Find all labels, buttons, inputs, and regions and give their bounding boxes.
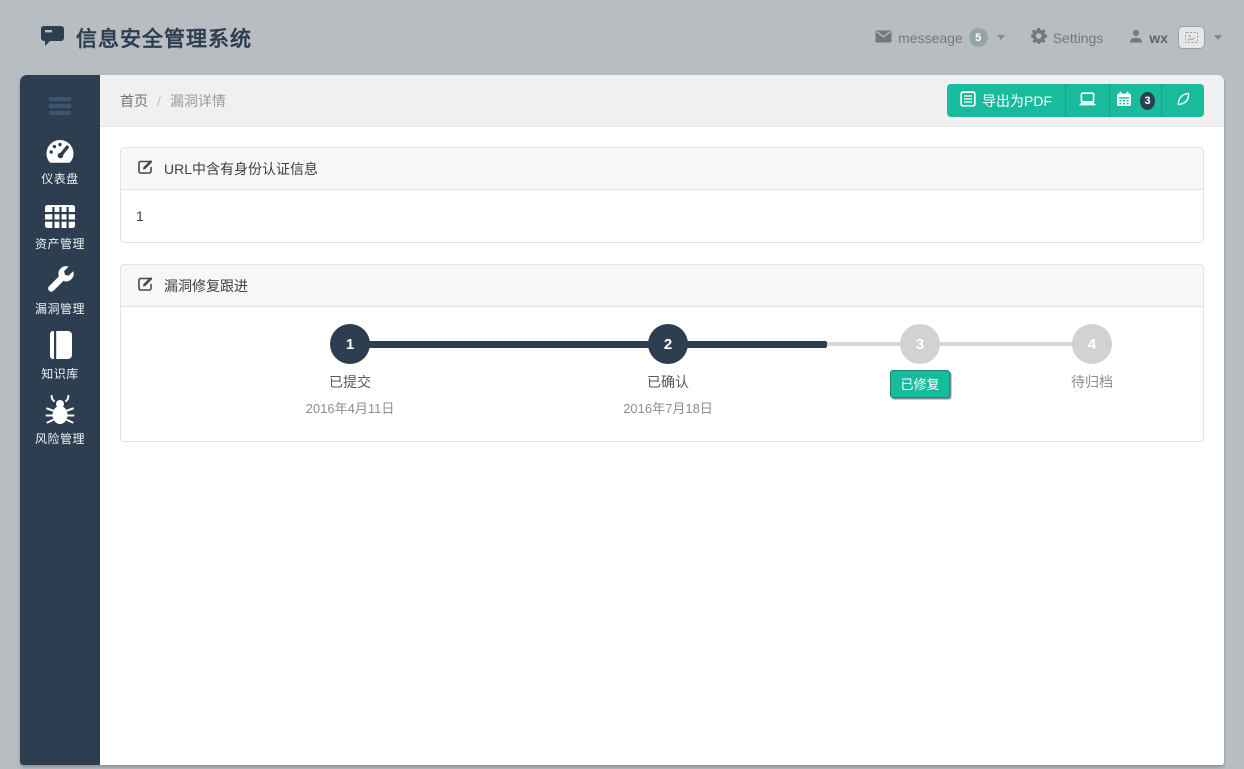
grid-icon bbox=[44, 200, 76, 230]
content-area: URL中含有身份认证信息 1 漏洞修复跟进 bbox=[100, 127, 1224, 765]
sidebar-item-risk[interactable]: 风险管理 bbox=[20, 395, 100, 447]
envelope-icon bbox=[875, 30, 892, 46]
panel-vulnerability-info: URL中含有身份认证信息 1 bbox=[120, 147, 1204, 243]
laptop-icon bbox=[1078, 92, 1097, 110]
step-date: 2016年4月11日 bbox=[250, 398, 450, 417]
settings-label: Settings bbox=[1053, 30, 1104, 46]
app-window: 仪表盘 资产管理 bbox=[20, 75, 1224, 765]
main-area: 首页 / 漏洞详情 导出为PDF bbox=[100, 75, 1224, 765]
step-circle: 1 bbox=[330, 324, 370, 364]
step-circle: 2 bbox=[648, 324, 688, 364]
panel-header: URL中含有身份认证信息 bbox=[121, 148, 1203, 190]
messages-dropdown[interactable]: messeage 5 bbox=[875, 28, 1005, 47]
step-confirmed: 2 已确认 2016年7月18日 bbox=[568, 307, 768, 417]
step-label: 已提交 bbox=[250, 372, 450, 392]
comment-button[interactable] bbox=[1161, 84, 1204, 117]
sidebar-nav: 仪表盘 资产管理 bbox=[20, 135, 100, 447]
mark-fixed-button[interactable]: 已修复 bbox=[890, 370, 949, 398]
display-button[interactable] bbox=[1065, 84, 1109, 117]
settings-menu[interactable]: Settings bbox=[1031, 28, 1104, 47]
document-icon bbox=[960, 91, 976, 110]
sidebar-item-dashboard[interactable]: 仪表盘 bbox=[20, 135, 100, 187]
breadcrumb: 首页 / 漏洞详情 bbox=[120, 91, 226, 111]
panel-title: URL中含有身份认证信息 bbox=[164, 159, 318, 179]
breadcrumb-bar: 首页 / 漏洞详情 导出为PDF bbox=[100, 75, 1224, 127]
messages-count-badge: 5 bbox=[969, 28, 988, 47]
step-archive: 4 待归档 bbox=[992, 307, 1192, 392]
messages-label: messeage bbox=[898, 30, 963, 46]
sidebar-item-label: 漏洞管理 bbox=[35, 300, 85, 317]
edit-icon bbox=[136, 275, 154, 296]
chevron-down-icon bbox=[997, 35, 1005, 40]
page-title: 信息安全管理系统 bbox=[76, 23, 252, 53]
calendar-button[interactable]: 3 bbox=[1109, 84, 1161, 117]
panel-fix-progress: 漏洞修复跟进 1 已提交 2016年4月11日 2 已确认 2016年7月18日 bbox=[120, 264, 1204, 442]
user-dropdown[interactable]: wx bbox=[1129, 26, 1222, 49]
sidebar-item-label: 知识库 bbox=[41, 365, 79, 382]
sidebar-item-vulnerabilities[interactable]: 漏洞管理 bbox=[20, 265, 100, 317]
header-menu: messeage 5 Settings wx bbox=[875, 26, 1222, 49]
breadcrumb-separator: / bbox=[157, 93, 161, 109]
calendar-icon bbox=[1116, 91, 1132, 110]
sidebar-item-knowledge-base[interactable]: 知识库 bbox=[20, 330, 100, 382]
step-fixed: 3 已修复 bbox=[820, 307, 1020, 398]
sidebar-item-label: 仪表盘 bbox=[41, 170, 79, 187]
menu-toggle-icon[interactable] bbox=[49, 94, 71, 118]
panel-body: 1 bbox=[121, 190, 1203, 242]
step-circle: 4 bbox=[1072, 324, 1112, 364]
sidebar: 仪表盘 资产管理 bbox=[20, 75, 100, 765]
step-circle: 3 bbox=[900, 324, 940, 364]
breadcrumb-current: 漏洞详情 bbox=[170, 91, 226, 111]
leaf-icon bbox=[1175, 91, 1191, 110]
export-pdf-button[interactable]: 导出为PDF bbox=[947, 84, 1065, 117]
edit-icon bbox=[136, 158, 154, 179]
panel-header: 漏洞修复跟进 bbox=[121, 265, 1203, 307]
top-header: 信息安全管理系统 messeage 5 Settings bbox=[0, 0, 1244, 75]
breadcrumb-home[interactable]: 首页 bbox=[120, 91, 148, 111]
sidebar-item-label: 资产管理 bbox=[35, 235, 85, 252]
gear-icon bbox=[1031, 28, 1047, 47]
calendar-count-badge: 3 bbox=[1140, 92, 1155, 110]
brand: 信息安全管理系统 bbox=[40, 23, 252, 53]
step-label: 待归档 bbox=[992, 372, 1192, 392]
step-submitted: 1 已提交 2016年4月11日 bbox=[250, 307, 450, 417]
toolbar-button-group: 导出为PDF bbox=[947, 84, 1204, 117]
sidebar-item-assets[interactable]: 资产管理 bbox=[20, 200, 100, 252]
step-date: 2016年7月18日 bbox=[568, 398, 768, 417]
step-label: 已确认 bbox=[568, 372, 768, 392]
book-icon bbox=[46, 330, 74, 360]
gauge-icon bbox=[44, 135, 76, 165]
user-name: wx bbox=[1149, 30, 1168, 46]
sidebar-item-label: 风险管理 bbox=[35, 430, 85, 447]
bug-icon bbox=[44, 395, 76, 425]
user-icon bbox=[1129, 29, 1143, 46]
panel-title: 漏洞修复跟进 bbox=[164, 276, 248, 296]
wrench-icon bbox=[45, 265, 75, 295]
export-pdf-label: 导出为PDF bbox=[982, 91, 1052, 111]
progress-stepper: 1 已提交 2016年4月11日 2 已确认 2016年7月18日 3 已修复 bbox=[121, 307, 1203, 441]
app-logo-icon bbox=[40, 23, 66, 52]
avatar bbox=[1178, 26, 1205, 49]
chevron-down-icon bbox=[1214, 35, 1222, 40]
